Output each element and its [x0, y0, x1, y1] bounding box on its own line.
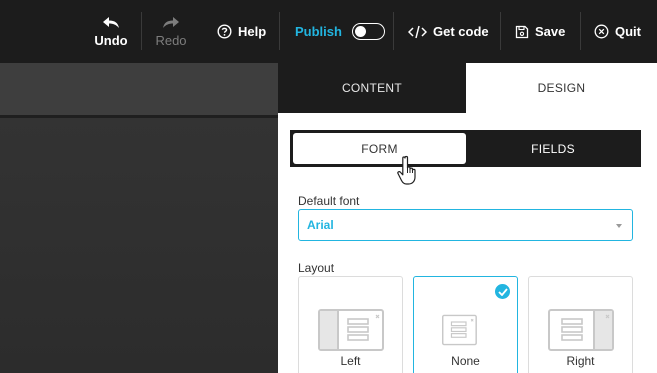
- default-font-label: Default font: [298, 194, 360, 208]
- redo-icon: [162, 16, 180, 29]
- close-circle-icon: [594, 24, 609, 39]
- dropdown-caret-icon: [616, 224, 622, 228]
- preview-canvas[interactable]: [0, 118, 278, 373]
- redo-button[interactable]: Redo: [154, 0, 188, 63]
- canvas-header: [0, 63, 278, 115]
- layout-label: Layout: [298, 261, 335, 275]
- tab-design[interactable]: DESIGN: [466, 63, 657, 113]
- layout-left-label: Left: [340, 354, 361, 368]
- layout-left-icon: [318, 309, 384, 351]
- design-segmented-control: FORM FIELDS: [290, 130, 641, 167]
- help-button[interactable]: Help: [217, 0, 266, 63]
- code-icon: [408, 25, 427, 39]
- get-code-button[interactable]: Get code: [408, 0, 489, 63]
- tab-content[interactable]: CONTENT: [278, 63, 466, 113]
- layout-none-label: None: [451, 354, 480, 368]
- save-button[interactable]: Save: [515, 0, 565, 63]
- undo-icon: [102, 16, 120, 29]
- top-toolbar: Undo Redo Help Publish Get code Save Qui…: [0, 0, 657, 63]
- segment-form[interactable]: FORM: [293, 133, 466, 164]
- layout-option-left[interactable]: Left: [298, 276, 403, 373]
- default-font-value: Arial: [307, 218, 334, 232]
- quit-label: Quit: [615, 24, 641, 39]
- save-label: Save: [535, 24, 566, 39]
- quit-button[interactable]: Quit: [594, 0, 641, 63]
- redo-label: Redo: [155, 32, 187, 48]
- layout-option-right[interactable]: Right: [528, 276, 633, 373]
- settings-panel: CONTENT DESIGN FORM FIELDS Default font …: [278, 63, 657, 373]
- undo-button[interactable]: Undo: [94, 0, 128, 63]
- get-code-label: Get code: [433, 24, 489, 39]
- undo-label: Undo: [94, 32, 128, 48]
- toolbar-divider: [580, 12, 581, 50]
- layout-right-label: Right: [566, 354, 595, 368]
- toolbar-divider: [279, 12, 280, 50]
- publish-toggle[interactable]: [351, 23, 385, 40]
- help-label: Help: [238, 24, 267, 39]
- toolbar-divider: [141, 12, 142, 50]
- layout-none-icon: [442, 314, 477, 346]
- layout-option-none[interactable]: None: [413, 276, 518, 373]
- segment-fields[interactable]: FIELDS: [468, 133, 638, 164]
- publish-control[interactable]: Publish: [295, 0, 385, 63]
- toolbar-divider: [393, 12, 394, 50]
- checkmark-icon: [495, 284, 510, 299]
- hand-cursor-icon: [397, 155, 416, 185]
- layout-right-icon: [548, 309, 614, 351]
- help-icon: [217, 24, 232, 39]
- default-font-select[interactable]: Arial: [298, 209, 633, 241]
- toolbar-divider: [500, 12, 501, 50]
- save-icon: [515, 25, 529, 39]
- publish-label: Publish: [295, 24, 342, 39]
